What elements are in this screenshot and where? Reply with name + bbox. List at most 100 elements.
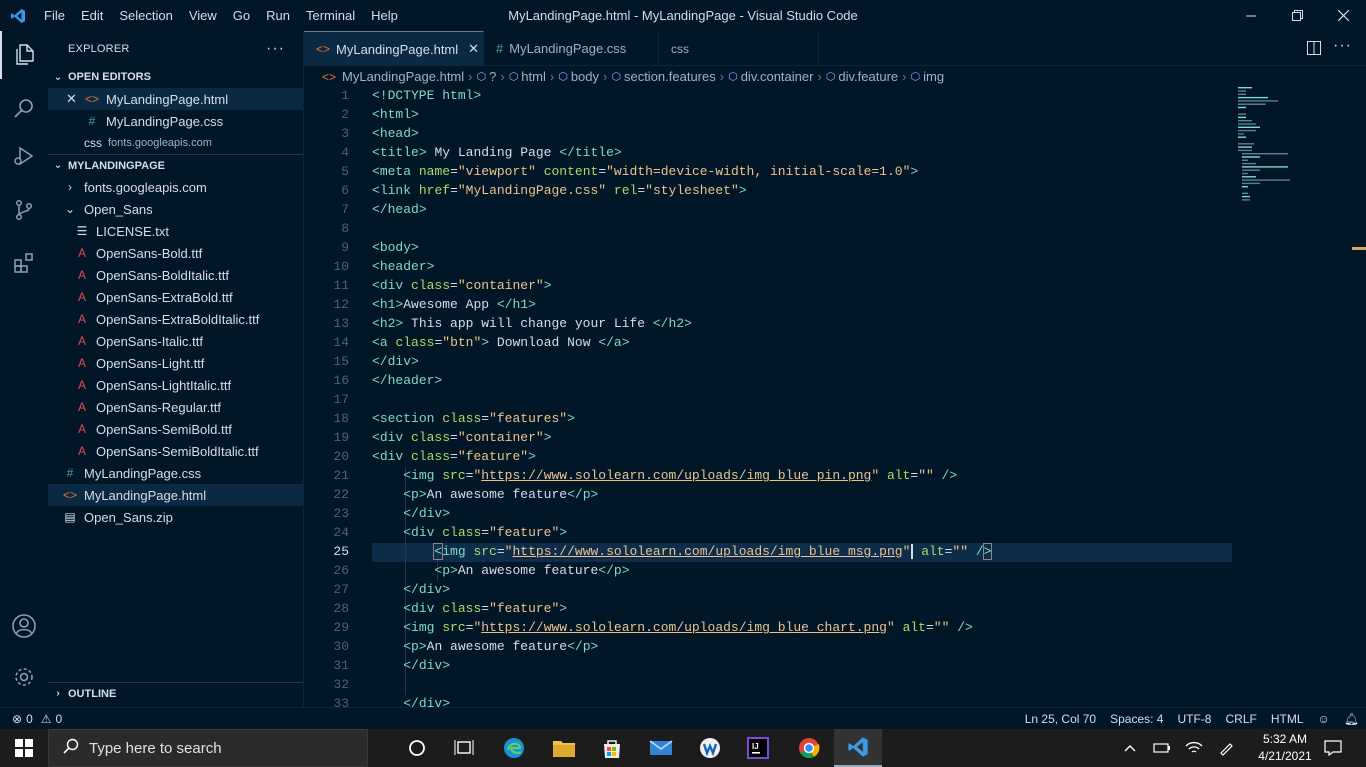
tree-item[interactable]: A OpenSans-Light.ttf	[48, 352, 303, 374]
battery-icon[interactable]	[1150, 729, 1174, 767]
tree-item-label: OpenSans-Italic.ttf	[96, 333, 203, 349]
menu-run[interactable]: Run	[258, 0, 298, 31]
vscode-taskbar-icon[interactable]	[834, 729, 882, 767]
search-icon[interactable]	[0, 84, 48, 132]
tree-item[interactable]: A OpenSans-BoldItalic.ttf	[48, 264, 303, 286]
restore-button[interactable]	[1274, 0, 1320, 31]
end-of-line[interactable]: CRLF	[1218, 712, 1263, 726]
files-icon[interactable]	[0, 31, 48, 79]
jetbrains-icon[interactable]: IJ	[734, 729, 782, 767]
menu-help[interactable]: Help	[363, 0, 406, 31]
minimap[interactable]	[1232, 87, 1352, 287]
code-editor[interactable]: 1 2 3 4 5 6 7 8 9 10 11 12 13 14 15 16 17 18 19 20 21 22 23 24 2…	[304, 87, 1366, 707]
edge-browser-icon[interactable]	[490, 729, 538, 767]
minimap-line	[1238, 120, 1252, 122]
close-icon[interactable]: ✕	[458, 41, 479, 57]
microsoft-store-icon[interactable]	[588, 729, 636, 767]
menu-go[interactable]: Go	[225, 0, 258, 31]
open-editor-item[interactable]: ✕ <> MyLandingPage.html	[48, 88, 303, 110]
breadcrumb-item[interactable]: html	[521, 69, 546, 84]
source-control-icon[interactable]	[0, 186, 48, 234]
search-icon	[63, 738, 79, 758]
code-line: <html>	[372, 107, 419, 122]
tree-item[interactable]: A OpenSans-SemiBold.ttf	[48, 418, 303, 440]
more-actions-icon[interactable]: ···	[266, 40, 285, 58]
tree-item[interactable]: A OpenSans-LightItalic.ttf	[48, 374, 303, 396]
minimize-button[interactable]	[1228, 0, 1274, 31]
tree-item[interactable]: <> MyLandingPage.html	[48, 484, 303, 506]
breadcrumb-item[interactable]: MyLandingPage.html	[342, 69, 464, 84]
tree-item[interactable]: A OpenSans-Italic.ttf	[48, 330, 303, 352]
scrollbar-thumb[interactable]	[1352, 247, 1366, 250]
minimap-line	[1238, 103, 1266, 105]
tree-item[interactable]: A OpenSans-SemiBoldItalic.ttf	[48, 440, 303, 462]
menu-terminal[interactable]: Terminal	[298, 0, 363, 31]
open-editor-item[interactable]: css css fonts.googleapis.com	[48, 132, 303, 154]
notifications-icon[interactable]	[1318, 729, 1348, 767]
windows-start-icon[interactable]	[0, 729, 48, 767]
project-header[interactable]: ⌄ MYLANDINGPAGE	[48, 154, 303, 176]
pen-icon[interactable]	[1214, 729, 1238, 767]
tree-item[interactable]: A OpenSans-Bold.ttf	[48, 242, 303, 264]
breadcrumb-item[interactable]: ?	[489, 69, 496, 84]
encoding[interactable]: UTF-8	[1170, 712, 1218, 726]
tab-css[interactable]: css css	[659, 31, 819, 66]
extensions-icon[interactable]	[0, 239, 48, 287]
breadcrumb-item[interactable]: div.container	[741, 69, 814, 84]
tree-item[interactable]: # MyLandingPage.css	[48, 462, 303, 484]
minimap-line	[1238, 90, 1246, 92]
css-file-icon: #	[66, 466, 74, 480]
minimap-line	[1242, 172, 1248, 175]
wifi-icon[interactable]	[1182, 729, 1206, 767]
line-number: 29	[333, 620, 349, 635]
tree-item[interactable]: ⌄ Open_Sans	[48, 198, 303, 220]
mail-icon[interactable]	[637, 729, 685, 767]
taskbar-search-box[interactable]: Type here to search	[48, 729, 368, 767]
code-line: </div>	[403, 658, 451, 673]
menu-bar: File Edit Selection View Go Run Terminal…	[36, 0, 406, 31]
breadcrumb-item[interactable]: div.feature	[838, 69, 898, 84]
explorer-sidebar: EXPLORER ··· ⌄ OPEN EDITORS ✕ <> MyLandi…	[48, 31, 304, 707]
chrome-icon[interactable]	[785, 729, 833, 767]
open-editors-header[interactable]: ⌄ OPEN EDITORS	[48, 66, 303, 88]
code-line: <meta name="viewport" content="width=dev…	[372, 164, 919, 179]
more-actions-icon[interactable]: ···	[1333, 37, 1352, 55]
menu-file[interactable]: File	[36, 0, 73, 31]
tree-item[interactable]: A OpenSans-Regular.ttf	[48, 396, 303, 418]
notifications-bell-icon[interactable]: 🔔︎	[1337, 712, 1366, 726]
outline-header[interactable]: › OUTLINE	[48, 682, 303, 704]
chevron-up-icon[interactable]	[1118, 729, 1142, 767]
problems-indicator[interactable]: ⊗ 0 ⚠ 0	[0, 712, 62, 726]
run-debug-icon[interactable]	[0, 132, 48, 180]
open-editor-item[interactable]: # MyLandingPage.css	[48, 110, 303, 132]
task-view-icon[interactable]	[440, 729, 488, 767]
tree-item[interactable]: A OpenSans-ExtraBoldItalic.ttf	[48, 308, 303, 330]
breadcrumb-item[interactable]: body	[571, 69, 599, 84]
language-mode[interactable]: HTML	[1264, 712, 1311, 726]
minimap-line	[1238, 116, 1246, 119]
tree-item[interactable]: A OpenSans-ExtraBold.ttf	[48, 286, 303, 308]
close-icon[interactable]: ✕	[66, 91, 84, 107]
tree-item-label: OpenSans-Light.ttf	[96, 355, 205, 371]
split-editor-icon[interactable]	[1306, 40, 1322, 59]
system-clock[interactable]: 5:32 AM 4/21/2021	[1254, 731, 1316, 765]
close-window-button[interactable]	[1320, 0, 1366, 31]
tree-item[interactable]: ▤ Open_Sans.zip	[48, 506, 303, 528]
breadcrumb-item[interactable]: img	[923, 69, 944, 84]
tab-mylandingpage-html[interactable]: <> MyLandingPage.html ✕	[304, 31, 484, 66]
cursor-position[interactable]: Ln 25, Col 70	[1018, 712, 1103, 726]
cortana-icon[interactable]	[393, 729, 441, 767]
settings-gear-icon[interactable]	[0, 653, 48, 701]
menu-view[interactable]: View	[181, 0, 225, 31]
breadcrumb-item[interactable]: section.features	[624, 69, 716, 84]
menu-selection[interactable]: Selection	[111, 0, 180, 31]
account-icon[interactable]	[0, 602, 48, 650]
tab-mylandingpage-css[interactable]: # MyLandingPage.css	[484, 31, 659, 66]
menu-edit[interactable]: Edit	[73, 0, 111, 31]
app-icon[interactable]	[686, 729, 734, 767]
tree-item[interactable]: ☰ LICENSE.txt	[48, 220, 303, 242]
indentation[interactable]: Spaces: 4	[1103, 712, 1170, 726]
tree-item[interactable]: › fonts.googleapis.com	[48, 176, 303, 198]
feedback-icon[interactable]: ☺	[1311, 712, 1337, 726]
file-explorer-icon[interactable]	[540, 729, 588, 767]
